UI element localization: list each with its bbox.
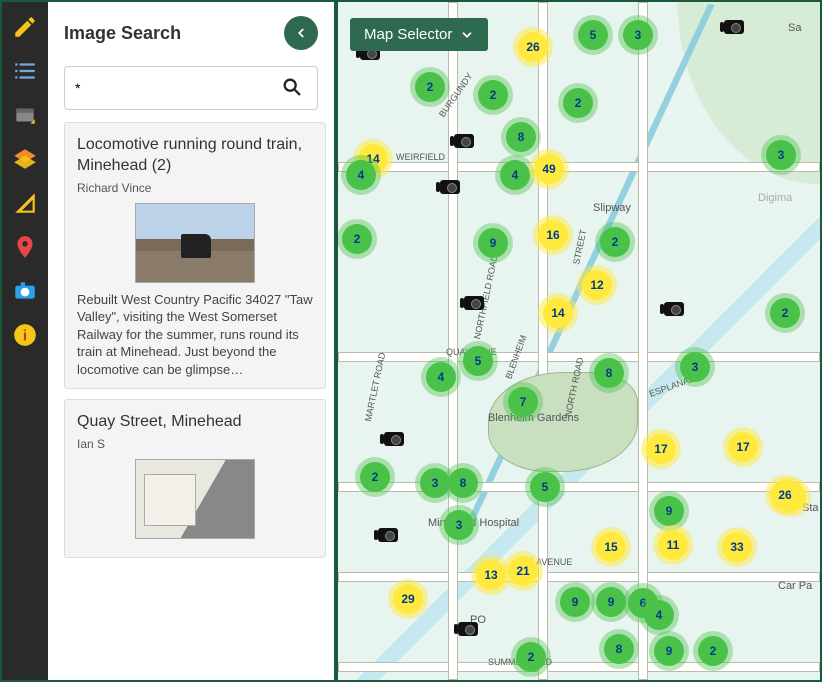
location-tool[interactable] <box>6 228 44 266</box>
map-label: Slipway <box>593 202 631 214</box>
cluster-marker[interactable]: 4 <box>500 160 530 190</box>
camera-icon[interactable] <box>458 622 478 636</box>
cluster-marker[interactable]: 2 <box>415 72 445 102</box>
map-selector-label: Map Selector <box>364 26 452 43</box>
cluster-marker[interactable]: 3 <box>444 510 474 540</box>
result-author: Richard Vince <box>77 181 313 195</box>
map-label: Car Pa <box>778 580 812 592</box>
result-card[interactable]: Locomotive running round train, Minehead… <box>64 122 326 389</box>
camera-icon[interactable] <box>464 296 484 310</box>
camera-tool[interactable] <box>6 272 44 310</box>
image-search-panel: Image Search Locomotive running round tr… <box>48 2 338 680</box>
cluster-marker[interactable]: 2 <box>478 80 508 110</box>
results-list[interactable]: Locomotive running round train, Minehead… <box>48 122 334 680</box>
map-label: Sa <box>788 22 801 34</box>
cluster-marker[interactable]: 12 <box>582 270 612 300</box>
cluster-marker[interactable]: 5 <box>463 346 493 376</box>
chevron-left-icon <box>294 26 308 40</box>
archive-tool[interactable] <box>6 96 44 134</box>
cluster-marker[interactable]: 5 <box>530 472 560 502</box>
cluster-marker[interactable]: 2 <box>342 224 372 254</box>
cluster-marker[interactable]: 2 <box>770 298 800 328</box>
info-tool[interactable]: i <box>6 316 44 354</box>
cluster-marker[interactable]: 9 <box>478 228 508 258</box>
camera-icon[interactable] <box>724 20 744 34</box>
cluster-marker[interactable]: 8 <box>448 468 478 498</box>
layers-list-tool[interactable] <box>6 52 44 90</box>
camera-icon[interactable] <box>384 432 404 446</box>
search-box <box>64 66 318 110</box>
svg-text:i: i <box>23 327 27 344</box>
cluster-marker[interactable]: 8 <box>604 634 634 664</box>
map-label: Sta <box>802 502 819 514</box>
draw-tool[interactable] <box>6 8 44 46</box>
cluster-marker[interactable]: 26 <box>518 32 548 62</box>
result-card[interactable]: Quay Street, Minehead Ian S <box>64 399 326 558</box>
cluster-marker[interactable]: 9 <box>560 587 590 617</box>
cluster-marker[interactable]: 21 <box>508 556 538 586</box>
cluster-marker[interactable]: 2 <box>600 227 630 257</box>
cluster-marker[interactable]: 2 <box>516 642 546 672</box>
cluster-marker[interactable]: 29 <box>393 584 423 614</box>
result-author: Ian S <box>77 437 313 451</box>
cluster-marker[interactable]: 26 <box>770 480 800 510</box>
search-icon[interactable] <box>281 76 303 101</box>
cluster-marker[interactable]: 13 <box>476 560 506 590</box>
measure-tool[interactable] <box>6 184 44 222</box>
cluster-marker[interactable]: 49 <box>534 154 564 184</box>
cluster-marker[interactable]: 3 <box>680 352 710 382</box>
map-label: WEIRFIELD <box>396 152 445 162</box>
camera-icon[interactable] <box>664 302 684 316</box>
result-thumbnail <box>135 459 255 539</box>
cluster-marker[interactable]: 9 <box>654 496 684 526</box>
camera-icon[interactable] <box>454 134 474 148</box>
map-label: Digima <box>758 192 792 204</box>
search-input[interactable] <box>75 80 307 96</box>
cluster-marker[interactable]: 33 <box>722 532 752 562</box>
cluster-marker[interactable]: 11 <box>658 530 688 560</box>
cluster-marker[interactable]: 8 <box>594 358 624 388</box>
map-canvas[interactable]: Map Selector Slipway Blenheim Gardens Mi… <box>338 2 820 680</box>
result-thumbnail <box>135 203 255 283</box>
cluster-marker[interactable]: 2 <box>360 462 390 492</box>
cluster-marker[interactable]: 14 <box>543 298 573 328</box>
panel-title: Image Search <box>64 23 181 44</box>
result-title: Quay Street, Minehead <box>77 412 313 433</box>
left-toolbar: i <box>2 2 48 680</box>
camera-icon[interactable] <box>378 528 398 542</box>
cluster-marker[interactable]: 3 <box>420 468 450 498</box>
cluster-marker[interactable]: 4 <box>426 362 456 392</box>
cluster-marker[interactable]: 4 <box>346 160 376 190</box>
cluster-marker[interactable]: 4 <box>644 600 674 630</box>
cluster-marker[interactable]: 9 <box>596 587 626 617</box>
cluster-marker[interactable]: 2 <box>698 636 728 666</box>
chevron-down-icon <box>460 28 474 42</box>
cluster-marker[interactable]: 17 <box>728 432 758 462</box>
result-description: Rebuilt West Country Pacific 34027 "Taw … <box>77 291 313 379</box>
collapse-panel-button[interactable] <box>284 16 318 50</box>
cluster-marker[interactable]: 15 <box>596 532 626 562</box>
layers-tool[interactable] <box>6 140 44 178</box>
result-title: Locomotive running round train, Minehead… <box>77 135 313 177</box>
cluster-marker[interactable]: 2 <box>563 88 593 118</box>
cluster-marker[interactable]: 3 <box>623 20 653 50</box>
map-selector-button[interactable]: Map Selector <box>350 18 488 51</box>
cluster-marker[interactable]: 17 <box>646 434 676 464</box>
cluster-marker[interactable]: 9 <box>654 636 684 666</box>
cluster-marker[interactable]: 16 <box>538 220 568 250</box>
cluster-marker[interactable]: 7 <box>508 387 538 417</box>
cluster-marker[interactable]: 3 <box>766 140 796 170</box>
camera-icon[interactable] <box>440 180 460 194</box>
cluster-marker[interactable]: 8 <box>506 122 536 152</box>
cluster-marker[interactable]: 5 <box>578 20 608 50</box>
